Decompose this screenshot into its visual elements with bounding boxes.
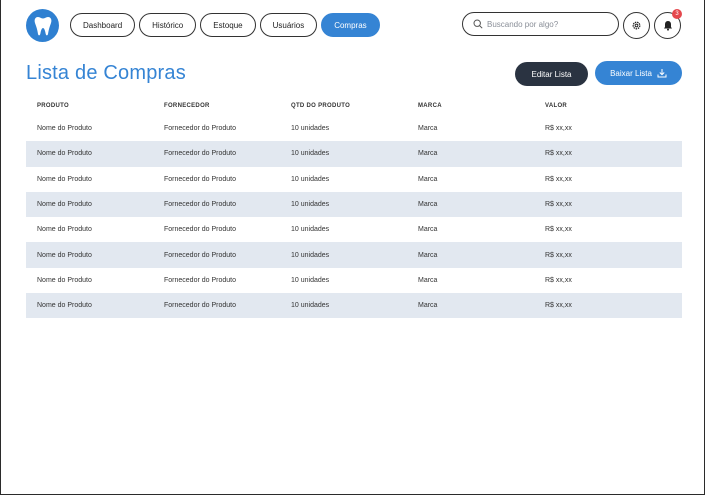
table-row[interactable]: Nome do Produto Fornecedor do Produto 10 u…: [26, 242, 682, 268]
table-body: Nome do Produto Fornecedor do Produto 10 u…: [26, 116, 682, 319]
cell-produto: Nome do Produto: [37, 251, 92, 259]
settings-button[interactable]: [623, 12, 650, 39]
cell-quantidade: 10 unidades: [291, 150, 330, 158]
cell-marca: Marca: [418, 201, 438, 209]
tooth-icon: [34, 16, 51, 35]
purchase-table: PRODUTO FORNECEDOR QTD DO PRODUTO MARCA …: [26, 96, 682, 319]
header-produto: PRODUTO: [37, 103, 69, 109]
cell-valor: R$ xx,xx: [545, 125, 572, 133]
edit-list-label: Editar Lista: [531, 69, 572, 79]
cell-marca: Marca: [418, 302, 438, 310]
download-list-button[interactable]: Baixar Lista: [595, 61, 682, 85]
table-header-row: PRODUTO FORNECEDOR QTD DO PRODUTO MARCA …: [26, 96, 682, 116]
cell-quantidade: 10 unidades: [291, 175, 330, 183]
cell-fornecedor: Fornecedor do Produto: [164, 150, 236, 158]
table-row[interactable]: Nome do Produto Fornecedor do Produto 10 u…: [26, 217, 682, 242]
cell-fornecedor: Fornecedor do Produto: [164, 175, 236, 183]
cell-valor: R$ xx,xx: [545, 276, 572, 284]
page-title: Lista de Compras: [26, 62, 186, 84]
logo[interactable]: [26, 9, 59, 42]
edit-list-button[interactable]: Editar Lista: [515, 62, 588, 86]
nav-dashboard[interactable]: Dashboard: [70, 13, 136, 37]
table-row[interactable]: Nome do Produto Fornecedor do Produto 10 u…: [26, 116, 682, 141]
nav-usuarios[interactable]: Usuários: [259, 13, 318, 37]
cell-fornecedor: Fornecedor do Produto: [164, 226, 236, 234]
cell-produto: Nome do Produto: [37, 276, 92, 284]
search-input[interactable]: Buscando por algo?: [462, 12, 619, 36]
nav-estoque[interactable]: Estoque: [200, 13, 256, 37]
nav-historico[interactable]: Histórico: [139, 13, 197, 37]
table-row[interactable]: Nome do Produto Fornecedor do Produto 10 u…: [26, 293, 682, 319]
cell-produto: Nome do Produto: [37, 175, 92, 183]
cell-marca: Marca: [418, 276, 438, 284]
cell-marca: Marca: [418, 251, 438, 259]
cell-marca: Marca: [418, 175, 438, 183]
cell-quantidade: 10 unidades: [291, 276, 330, 284]
table-row[interactable]: Nome do Produto Fornecedor do Produto 10 u…: [26, 191, 682, 218]
app-frame: Dashboard Histórico Estoque Usuários Com…: [0, 0, 705, 495]
search-icon: [473, 19, 483, 29]
cell-marca: Marca: [418, 226, 438, 234]
cell-produto: Nome do Produto: [37, 150, 92, 158]
table-row[interactable]: Nome do Produto Fornecedor do Produto 10 u…: [26, 268, 682, 293]
header-marca: MARCA: [418, 103, 442, 109]
download-icon: [657, 69, 667, 78]
header-quantidade: QTD DO PRODUTO: [291, 103, 351, 109]
header-fornecedor: FORNECEDOR: [164, 103, 210, 109]
cell-produto: Nome do Produto: [37, 226, 92, 234]
header-valor: VALOR: [545, 103, 568, 109]
cell-quantidade: 10 unidades: [291, 251, 330, 259]
cell-valor: R$ xx,xx: [545, 201, 572, 209]
cell-produto: Nome do Produto: [37, 125, 92, 133]
cell-fornecedor: Fornecedor do Produto: [164, 201, 236, 209]
cell-produto: Nome do Produto: [37, 201, 92, 209]
table-row[interactable]: Nome do Produto Fornecedor do Produto 10 u…: [26, 141, 682, 167]
notification-badge: 3: [672, 9, 682, 19]
gear-icon: [632, 21, 641, 30]
cell-produto: Nome do Produto: [37, 302, 92, 310]
cell-quantidade: 10 unidades: [291, 125, 330, 133]
bell-icon: [663, 21, 672, 31]
cell-quantidade: 10 unidades: [291, 226, 330, 234]
cell-marca: Marca: [418, 150, 438, 158]
cell-valor: R$ xx,xx: [545, 251, 572, 259]
cell-valor: R$ xx,xx: [545, 175, 572, 183]
main-nav: Dashboard Histórico Estoque Usuários Com…: [70, 13, 380, 37]
cell-quantidade: 10 unidades: [291, 201, 330, 209]
table-row[interactable]: Nome do Produto Fornecedor do Produto 10 u…: [26, 167, 682, 192]
cell-fornecedor: Fornecedor do Produto: [164, 125, 236, 133]
cell-fornecedor: Fornecedor do Produto: [164, 276, 236, 284]
cell-fornecedor: Fornecedor do Produto: [164, 302, 236, 310]
cell-valor: R$ xx,xx: [545, 302, 572, 310]
download-list-label: Baixar Lista: [610, 68, 652, 78]
cell-fornecedor: Fornecedor do Produto: [164, 251, 236, 259]
cell-marca: Marca: [418, 125, 438, 133]
cell-quantidade: 10 unidades: [291, 302, 330, 310]
cell-valor: R$ xx,xx: [545, 150, 572, 158]
nav-compras[interactable]: Compras: [321, 13, 380, 37]
search-placeholder: Buscando por algo?: [487, 19, 559, 29]
cell-valor: R$ xx,xx: [545, 226, 572, 234]
